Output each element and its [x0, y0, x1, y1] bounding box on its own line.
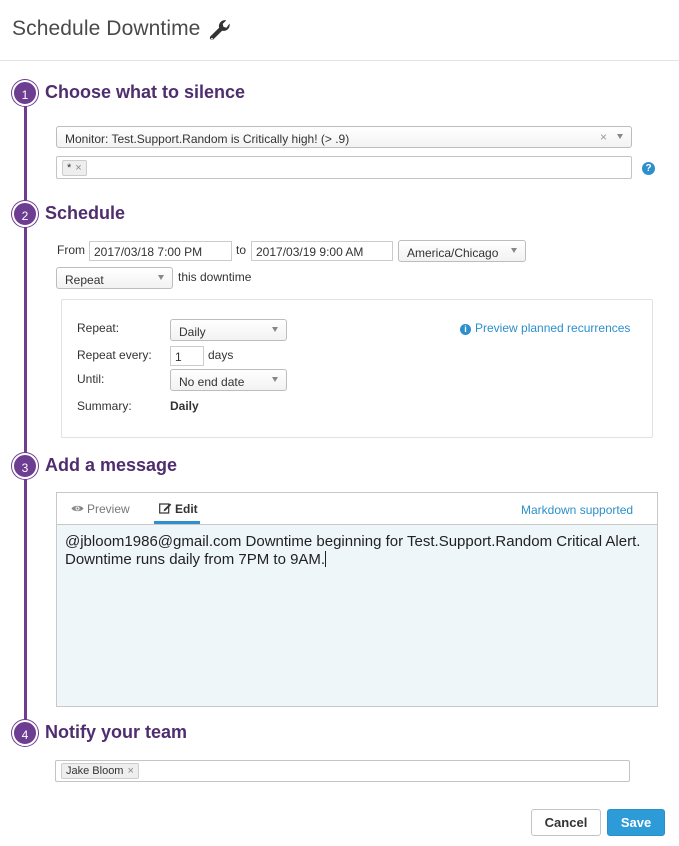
chevron-down-icon — [617, 134, 623, 139]
from-label: From — [57, 243, 85, 257]
scope-tag-remove-icon[interactable]: × — [75, 162, 81, 174]
repeat-frequency-select[interactable]: Daily — [170, 319, 287, 341]
wrench-icon — [209, 20, 230, 40]
chevron-down-icon — [272, 327, 278, 332]
page-title: Schedule Downtime — [12, 17, 201, 40]
step-timeline — [24, 100, 27, 730]
summary-label: Summary: — [77, 399, 132, 413]
until-label: Until: — [77, 372, 105, 386]
repeat-every-label: Repeat every: — [77, 348, 152, 362]
repeat-frequency-value: Daily — [179, 325, 206, 339]
repeat-mode-suffix: this downtime — [178, 270, 252, 284]
recipient-remove-icon[interactable]: × — [127, 765, 133, 777]
notify-recipients-input[interactable]: Jake Bloom × — [55, 760, 630, 782]
monitor-select[interactable]: Monitor: Test.Support.Random is Critical… — [56, 126, 632, 148]
to-datetime-value: 2017/03/19 9:00 AM — [256, 245, 364, 259]
scope-tag: * × — [62, 160, 87, 176]
step-4-badge: 4 — [12, 720, 38, 746]
step-2-title: Schedule — [45, 203, 126, 223]
tab-edit-label: Edit — [175, 502, 198, 516]
tab-preview[interactable]: Preview — [71, 502, 130, 516]
repeat-every-unit: days — [208, 348, 234, 362]
tab-preview-label: Preview — [87, 502, 130, 516]
step-1-title: Choose what to silence — [45, 82, 246, 102]
chevron-down-icon — [511, 248, 517, 253]
step-3-title: Add a message — [45, 455, 178, 475]
summary-value: Daily — [170, 399, 199, 413]
help-icon[interactable]: ? — [642, 162, 655, 175]
monitor-clear-icon[interactable]: × — [600, 130, 607, 144]
step-2-badge: 2 — [12, 201, 38, 227]
message-text: @jbloom1986@gmail.com Downtime beginning… — [65, 533, 650, 569]
preview-recurrences-link[interactable]: i Preview planned recurrences — [460, 321, 630, 335]
repeat-label: Repeat: — [77, 321, 120, 335]
repeat-every-input[interactable]: 1 — [170, 346, 204, 366]
monitor-select-value: Monitor: Test.Support.Random is Critical… — [65, 132, 350, 146]
info-icon: i — [460, 324, 471, 335]
from-datetime-input[interactable]: 2017/03/18 7:00 PM — [89, 241, 232, 261]
eye-icon — [71, 505, 84, 512]
until-value: No end date — [179, 375, 245, 389]
repeat-mode-select[interactable]: Repeat — [56, 267, 173, 289]
text-cursor — [325, 551, 327, 567]
repeat-every-value: 1 — [175, 350, 182, 364]
to-label: to — [236, 243, 247, 257]
recipient-name: Jake Bloom — [66, 765, 124, 777]
markdown-supported-link[interactable]: Markdown supported — [521, 503, 633, 517]
chevron-down-icon — [158, 275, 164, 280]
step-4-title: Notify your team — [45, 722, 188, 742]
to-datetime-input[interactable]: 2017/03/19 9:00 AM — [251, 241, 393, 261]
scope-input[interactable]: * × — [56, 156, 632, 179]
timezone-select[interactable]: America/Chicago — [398, 240, 526, 262]
scope-tag-label: * — [67, 162, 72, 174]
until-select[interactable]: No end date — [170, 369, 287, 391]
chevron-down-icon — [272, 377, 278, 382]
repeat-mode-value: Repeat — [65, 273, 104, 287]
preview-recurrences-label: Preview planned recurrences — [475, 321, 631, 335]
recurrence-panel — [61, 299, 653, 438]
save-button[interactable]: Save — [607, 809, 665, 836]
from-datetime-value: 2017/03/18 7:00 PM — [94, 245, 203, 259]
message-content: @jbloom1986@gmail.com Downtime beginning… — [65, 533, 641, 568]
step-3-badge: 3 — [12, 453, 38, 479]
tab-edit[interactable]: Edit — [159, 502, 198, 516]
recipient-tag: Jake Bloom × — [61, 763, 139, 779]
timezone-value: America/Chicago — [407, 246, 499, 260]
edit-icon — [159, 503, 172, 514]
cancel-button[interactable]: Cancel — [531, 809, 601, 836]
step-1-badge: 1 — [12, 80, 38, 106]
